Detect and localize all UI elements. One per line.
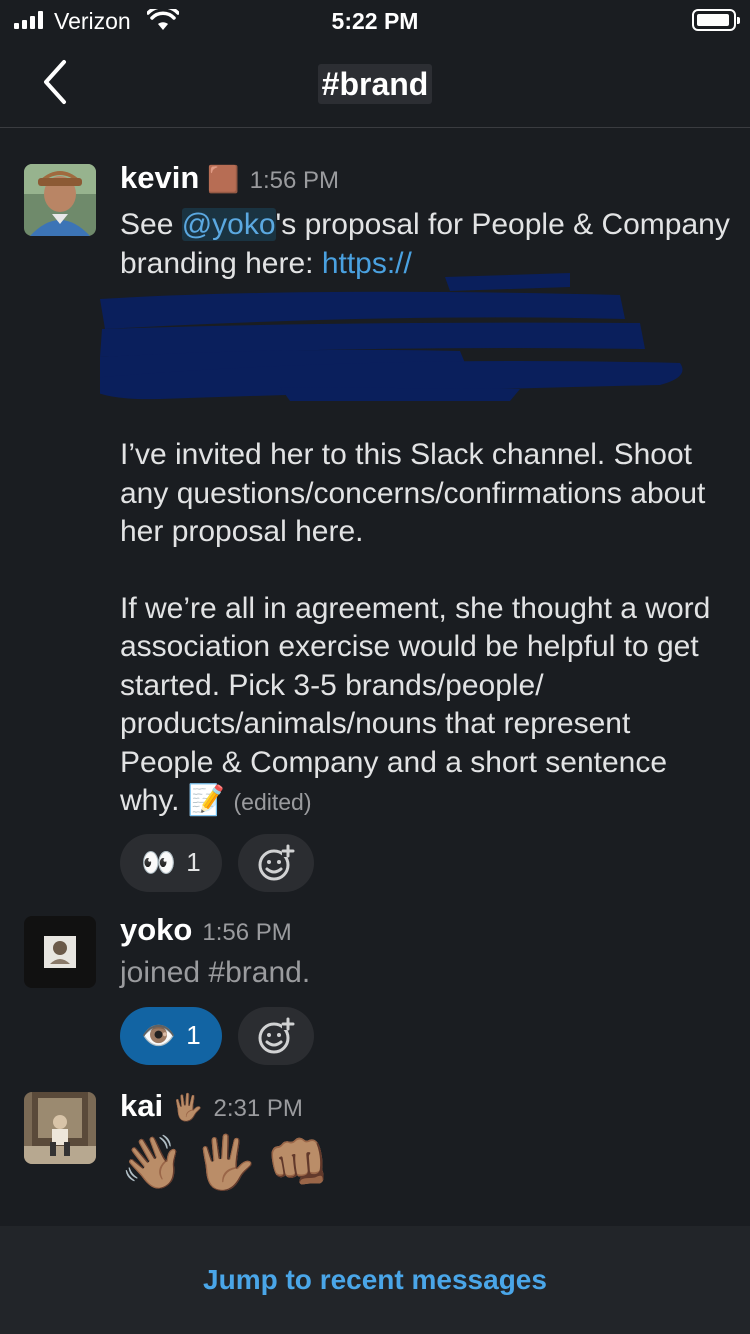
author-name[interactable]: yoko — [120, 912, 192, 948]
status-emoji: 🖐🏽 — [171, 1092, 204, 1122]
reaction-count: 1 — [186, 847, 201, 877]
jump-to-recent-bar[interactable]: Jump to recent messages — [0, 1226, 750, 1334]
eye-icon: 👁️ — [141, 1020, 177, 1051]
add-reaction-button[interactable] — [238, 1006, 314, 1065]
reaction-eye[interactable]: 👁️ 1 — [120, 1006, 222, 1065]
status-emoji: 🟫 — [207, 164, 240, 194]
message-body: See @yoko's proposal for People & Compan… — [100, 206, 730, 822]
avatar-kevin[interactable] — [24, 164, 96, 236]
memo-emoji: 📝 — [187, 784, 226, 817]
channel-title[interactable]: #brand — [0, 64, 750, 104]
reactions-row: 👀 1 — [120, 833, 730, 892]
reaction-eyes[interactable]: 👀 1 — [120, 833, 222, 892]
avatar-kai[interactable] — [24, 1092, 96, 1164]
edited-label: (edited) — [233, 789, 312, 815]
battery-icon — [692, 9, 740, 31]
add-reaction-icon — [258, 844, 295, 880]
reaction-count: 1 — [186, 1020, 201, 1050]
message-timestamp: 1:56 PM — [249, 167, 340, 194]
message-timestamp: 2:31 PM — [213, 1095, 303, 1122]
avatar-yoko[interactable] — [24, 916, 96, 988]
user-mention[interactable]: @yoko — [181, 208, 276, 241]
redaction-scribble — [100, 273, 683, 401]
system-message: joined #brand. — [120, 956, 311, 989]
eyes-icon: 👀 — [141, 847, 177, 878]
add-reaction-icon — [258, 1017, 295, 1053]
status-time: 5:22 PM — [331, 8, 419, 34]
channel-header: #brand — [0, 40, 750, 128]
message-timestamp: 1:56 PM — [202, 919, 292, 946]
jump-to-recent-button[interactable]: Jump to recent messages — [203, 1264, 547, 1296]
add-reaction-button[interactable] — [238, 833, 314, 892]
author-name[interactable]: kai — [120, 1088, 163, 1124]
reactions-row: 👁️ 1 — [120, 1006, 730, 1065]
emoji-message: 👋🏽🖐🏽👊🏽 — [120, 1134, 339, 1192]
status-bar: Verizon 5:22 PM — [0, 0, 750, 40]
message-paragraph: I’ve invited her to this Slack channel. … — [120, 438, 706, 548]
author-name[interactable]: kevin — [120, 160, 199, 196]
